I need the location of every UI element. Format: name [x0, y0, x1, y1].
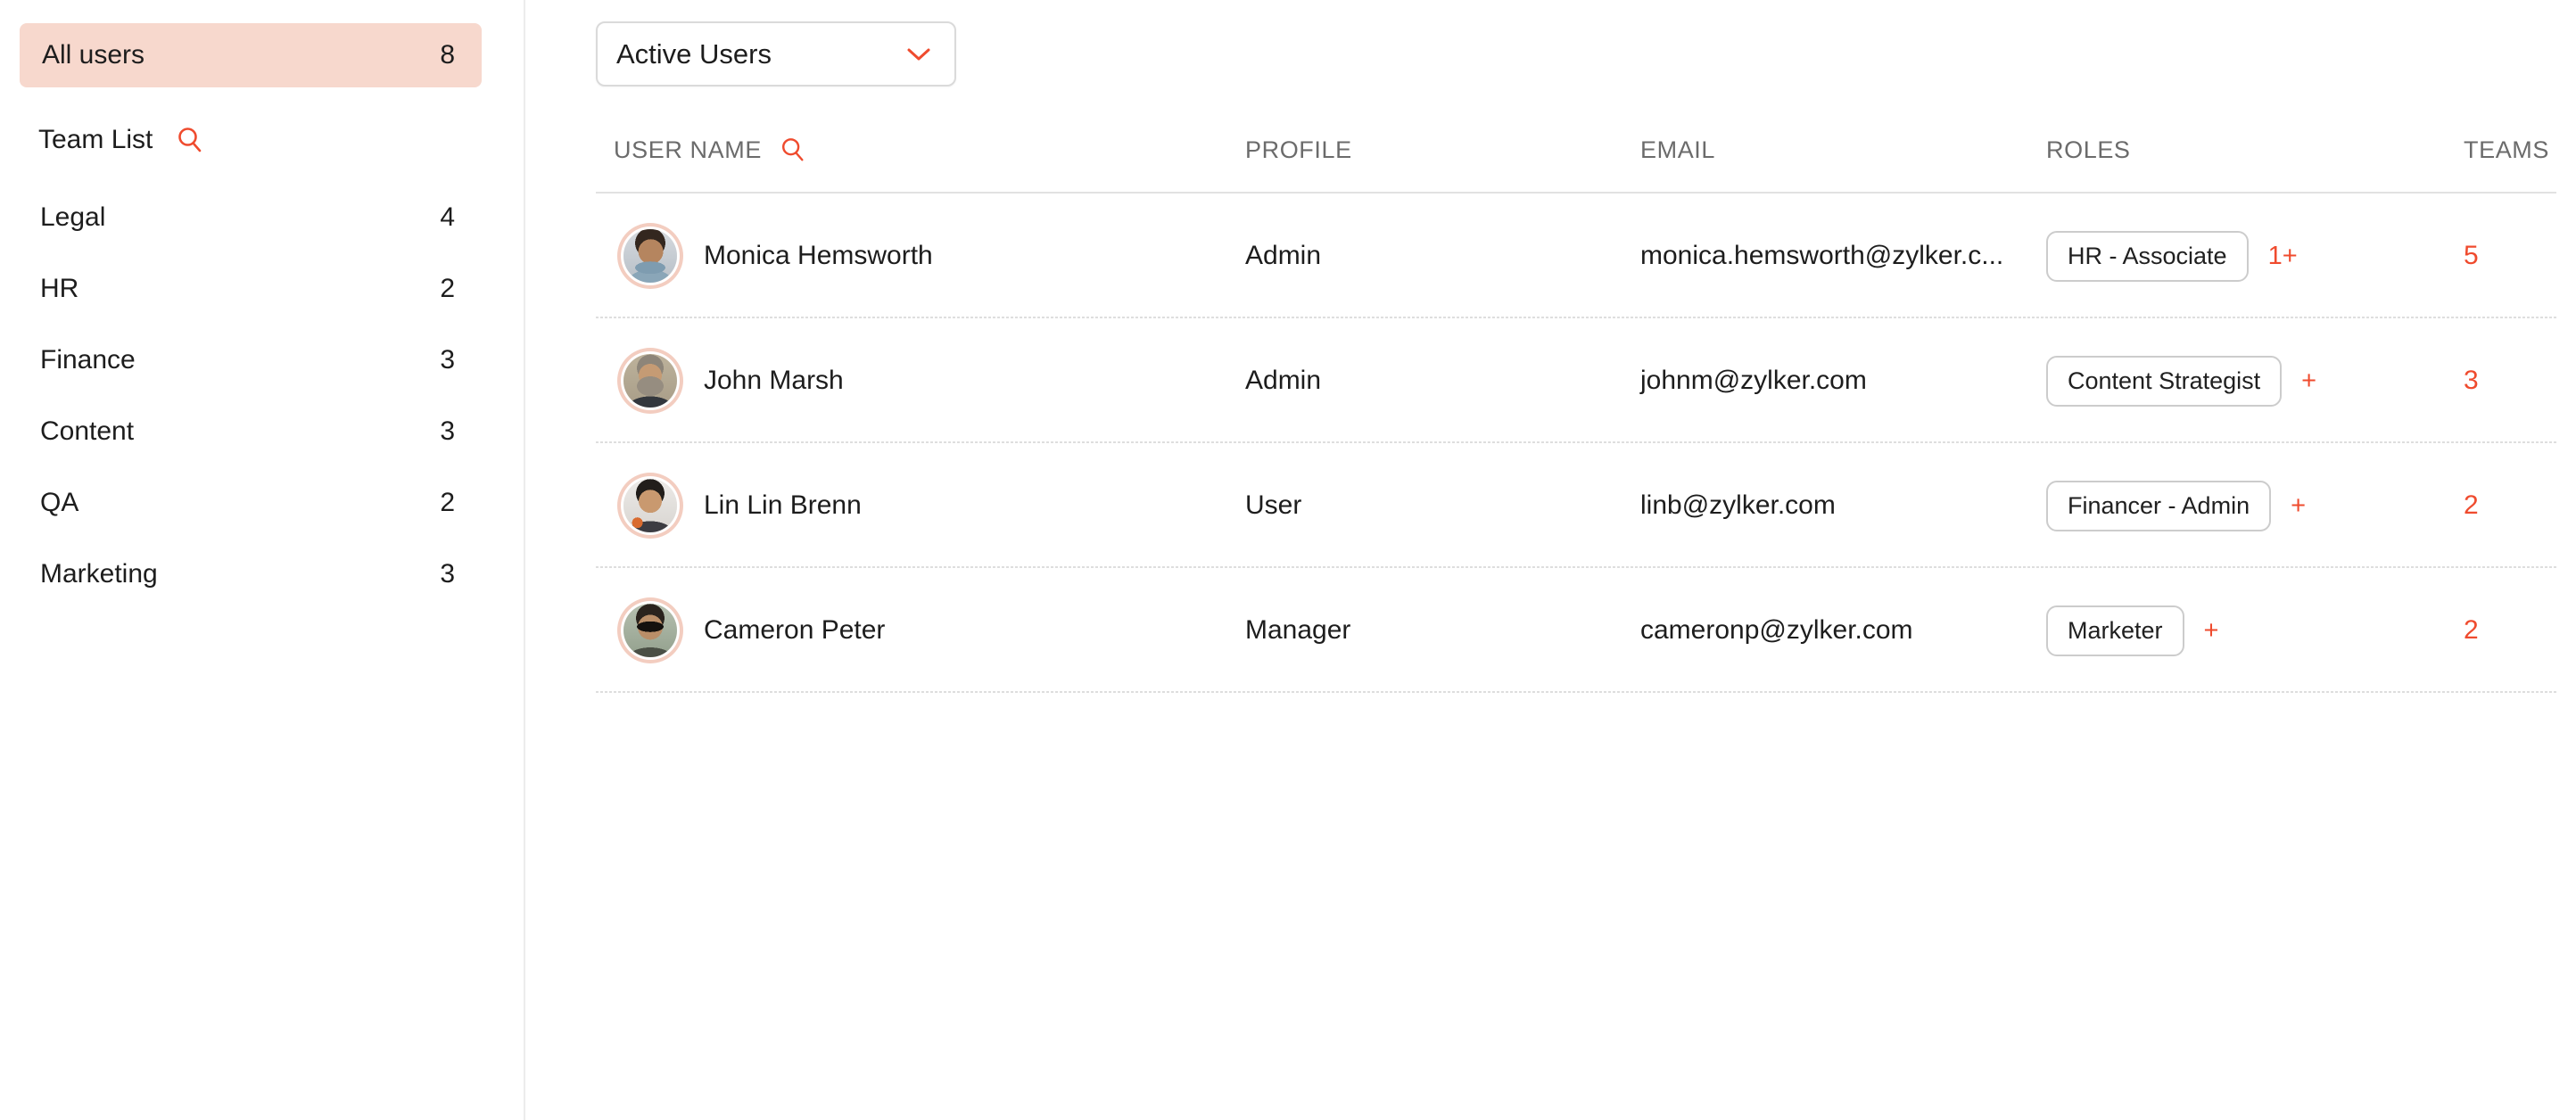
team-name: QA: [40, 488, 78, 518]
email-value: linb@zylker.com: [1640, 490, 2046, 521]
search-icon[interactable]: [780, 136, 806, 163]
table-row[interactable]: Lin Lin Brenn User linb@zylker.com Finan…: [596, 443, 2556, 568]
team-count: 3: [440, 559, 455, 589]
email-value: cameronp@zylker.com: [1640, 615, 2046, 646]
team-name: Legal: [40, 202, 105, 233]
role-badge[interactable]: Marketer: [2046, 605, 2184, 656]
filter-selected-value: Active Users: [616, 38, 772, 70]
avatar: [623, 354, 677, 408]
user-management-app: All users 8 Team List Legal 4 HR 2 Finan…: [0, 0, 2576, 1120]
avatar: [623, 229, 677, 283]
team-count: 2: [440, 488, 455, 518]
team-name: Content: [40, 416, 134, 447]
user-name: Cameron Peter: [704, 615, 885, 646]
column-header-teams: TEAMS: [2464, 136, 2572, 164]
all-users-count: 8: [440, 40, 455, 70]
team-count: 3: [440, 345, 455, 375]
team-count: 2: [440, 274, 455, 304]
table-row[interactable]: Cameron Peter Manager cameronp@zylker.co…: [596, 568, 2556, 693]
user-name: Lin Lin Brenn: [704, 490, 862, 521]
team-name: Finance: [40, 345, 136, 375]
chevron-down-icon: [906, 46, 931, 62]
column-header-user-name: USER NAME: [614, 136, 762, 164]
column-header-roles: ROLES: [2046, 136, 2464, 164]
sidebar-item-qa[interactable]: QA 2: [0, 467, 524, 539]
profile-value: Admin: [1245, 241, 1640, 271]
team-list: Legal 4 HR 2 Finance 3 Content 3 QA 2 Ma…: [0, 182, 524, 610]
sidebar-item-finance[interactable]: Finance 3: [0, 325, 524, 396]
sidebar: All users 8 Team List Legal 4 HR 2 Finan…: [0, 0, 525, 1120]
email-value: monica.hemsworth@zylker.c...: [1640, 241, 2046, 271]
sidebar-item-marketing[interactable]: Marketing 3: [0, 539, 524, 610]
profile-value: User: [1245, 490, 1640, 521]
add-role-link[interactable]: +: [2204, 616, 2219, 646]
add-role-link[interactable]: +: [2291, 491, 2306, 521]
sidebar-item-legal[interactable]: Legal 4: [0, 182, 524, 253]
team-name: Marketing: [40, 559, 158, 589]
all-users-label: All users: [42, 40, 144, 70]
teams-count[interactable]: 3: [2464, 366, 2573, 396]
avatar: [623, 604, 677, 657]
team-list-header: Team List: [38, 125, 524, 155]
sidebar-item-content[interactable]: Content 3: [0, 396, 524, 467]
team-list-label: Team List: [38, 125, 153, 155]
column-header-email: EMAIL: [1640, 136, 2046, 164]
column-header-profile: PROFILE: [1245, 136, 1640, 164]
teams-count[interactable]: 2: [2464, 615, 2573, 646]
add-role-link[interactable]: 1+: [2268, 242, 2298, 271]
table-header-row: USER NAME PROFILE EMAIL ROLES TEAMS: [596, 108, 2556, 194]
teams-count[interactable]: 2: [2464, 490, 2573, 521]
team-count: 3: [440, 416, 455, 447]
user-filter-dropdown[interactable]: Active Users: [596, 21, 956, 86]
main-content: Active Users USER NAME PROFILE E: [525, 0, 2576, 1120]
role-badge[interactable]: Content Strategist: [2046, 356, 2282, 407]
user-name: John Marsh: [704, 366, 844, 396]
role-badge[interactable]: Financer - Admin: [2046, 481, 2271, 531]
add-role-link[interactable]: +: [2301, 366, 2316, 396]
table-row[interactable]: John Marsh Admin johnm@zylker.com Conten…: [596, 318, 2556, 443]
user-name: Monica Hemsworth: [704, 241, 933, 271]
profile-value: Admin: [1245, 366, 1640, 396]
avatar: [623, 479, 677, 532]
profile-value: Manager: [1245, 615, 1640, 646]
users-table: USER NAME PROFILE EMAIL ROLES TEAMS Moni…: [596, 108, 2556, 693]
sidebar-item-all-users[interactable]: All users 8: [20, 23, 482, 87]
team-name: HR: [40, 274, 78, 304]
teams-count[interactable]: 5: [2464, 241, 2573, 271]
sidebar-item-hr[interactable]: HR 2: [0, 253, 524, 325]
email-value: johnm@zylker.com: [1640, 366, 2046, 396]
table-row[interactable]: Monica Hemsworth Admin monica.hemsworth@…: [596, 194, 2556, 318]
team-count: 4: [440, 202, 455, 233]
role-badge[interactable]: HR - Associate: [2046, 231, 2249, 282]
search-icon[interactable]: [176, 126, 204, 154]
